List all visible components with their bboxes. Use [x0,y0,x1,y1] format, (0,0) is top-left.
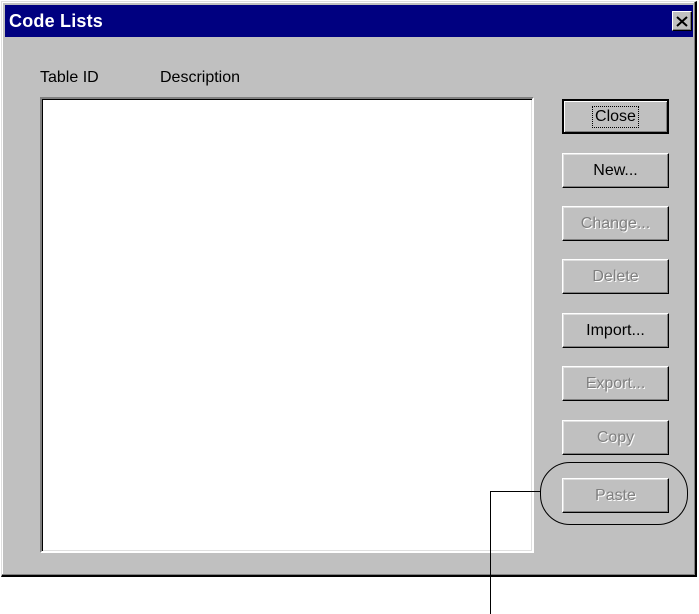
column-header-description[interactable]: Description [160,68,240,88]
close-icon[interactable] [672,11,692,31]
code-list-listbox[interactable] [40,97,534,553]
close-x-glyph [676,15,688,27]
callout-line-vertical [490,491,491,614]
window-title: Code Lists [9,11,104,31]
change-button-label: Change... [580,214,651,232]
copy-button-label: Copy [596,428,635,446]
close-button-label: Close [592,105,639,128]
callout-line-horizontal [490,491,541,492]
delete-button-label: Delete [592,267,639,285]
copy-button[interactable]: Copy [562,420,669,455]
export-button[interactable]: Export... [562,366,669,401]
import-button[interactable]: Import... [562,313,669,348]
new-button[interactable]: New... [562,153,669,188]
import-button-label: Import... [586,321,645,339]
title-bar[interactable]: Code Lists [5,5,693,37]
export-button-label: Export... [585,374,646,392]
change-button[interactable]: Change... [562,206,669,241]
new-button-label: New... [593,161,638,179]
close-button[interactable]: Close [562,99,669,134]
delete-button[interactable]: Delete [562,259,669,294]
callout-oval [540,462,688,525]
column-header-table-id[interactable]: Table ID [40,68,99,88]
